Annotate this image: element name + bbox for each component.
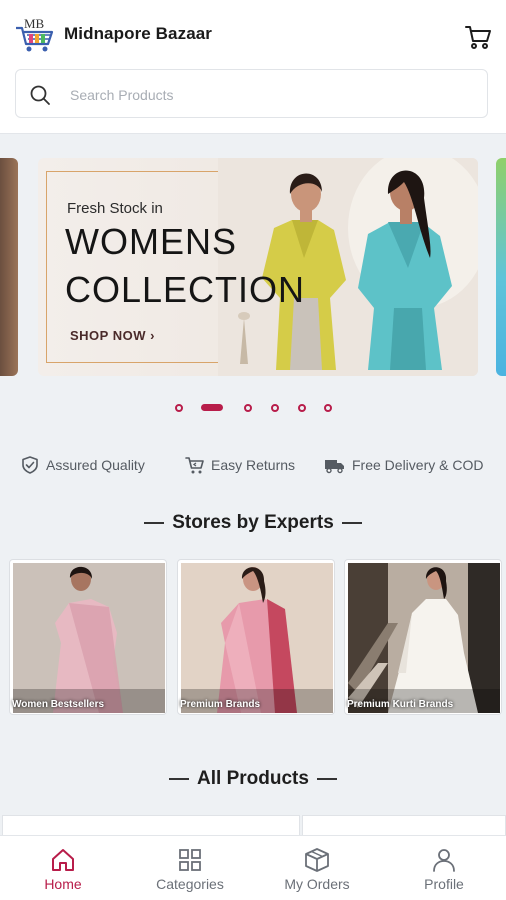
banner-models-image xyxy=(218,158,478,376)
store-image xyxy=(181,563,333,713)
nav-profile[interactable]: Profile xyxy=(381,836,506,900)
carousel-indicators xyxy=(0,400,506,416)
bottom-navigation: Home Categories My Orders Profile xyxy=(0,835,506,900)
cart-return-icon xyxy=(185,457,204,474)
store-label: Women Bestsellers xyxy=(12,699,105,710)
search-input[interactable] xyxy=(70,83,470,107)
store-card-premium-brands[interactable]: Premium Brands xyxy=(177,559,335,715)
nav-my-orders[interactable]: My Orders xyxy=(254,836,380,900)
store-image xyxy=(348,563,500,713)
carousel-dot-4[interactable] xyxy=(271,404,279,412)
store-label: Premium Kurti Brands xyxy=(347,699,454,710)
app-header: MB Midnapore Bazaar xyxy=(0,0,506,134)
products-section-title: All Products xyxy=(0,768,506,790)
app-title: Midnapore Bazaar xyxy=(64,24,213,43)
carousel-dot-2-active[interactable] xyxy=(201,404,223,411)
shop-now-link[interactable]: SHOP NOW › xyxy=(70,328,155,343)
nav-label: My Orders xyxy=(284,876,350,892)
cart-icon xyxy=(465,26,491,49)
search-bar[interactable] xyxy=(15,69,488,118)
nav-home[interactable]: Home xyxy=(0,836,126,900)
profile-icon xyxy=(433,849,455,872)
banner-headline-line-2: COLLECTION xyxy=(65,269,306,310)
carousel-dot-3[interactable] xyxy=(244,404,252,412)
orders-box-icon xyxy=(305,848,329,872)
categories-grid-icon xyxy=(179,849,201,871)
promo-banner[interactable]: Fresh Stock in WOMENS COLLECTION SHOP NO… xyxy=(38,158,478,376)
feature-label: Easy Returns xyxy=(211,457,296,473)
svg-text:MB: MB xyxy=(24,16,45,31)
products-section-title-text: All Products xyxy=(197,768,309,789)
feature-assured-quality: Assured Quality xyxy=(20,454,145,476)
previous-banner-peek[interactable] xyxy=(0,158,18,376)
feature-label: Assured Quality xyxy=(46,457,145,473)
feature-free-delivery: Free Delivery & COD xyxy=(324,454,483,476)
banner-headline-line-1: WOMENS xyxy=(65,221,237,262)
feature-label: Free Delivery & COD xyxy=(352,457,484,473)
truck-icon xyxy=(325,460,344,474)
nav-label: Profile xyxy=(424,876,464,892)
nav-label: Home xyxy=(44,876,82,892)
nav-label: Categories xyxy=(156,876,224,892)
banner-subtitle: Fresh Stock in xyxy=(67,200,163,217)
carousel-dot-1[interactable] xyxy=(175,404,183,412)
stores-section-title: Stores by Experts xyxy=(0,512,506,534)
shield-check-icon xyxy=(22,456,38,474)
store-image xyxy=(13,563,165,713)
features-row: Assured Quality Easy Returns Free Delive… xyxy=(0,452,506,478)
carousel-dot-6[interactable] xyxy=(324,404,332,412)
next-banner-peek[interactable] xyxy=(496,158,506,376)
title-dash-left xyxy=(169,777,190,780)
nav-categories[interactable]: Categories xyxy=(127,836,253,900)
store-label: Premium Brands xyxy=(180,699,261,710)
banner-carousel[interactable]: Fresh Stock in WOMENS COLLECTION SHOP NO… xyxy=(0,156,506,378)
title-dash-right xyxy=(341,521,362,524)
carousel-dot-5[interactable] xyxy=(298,404,306,412)
title-dash-right xyxy=(316,777,337,780)
store-card-women-bestsellers[interactable]: Women Bestsellers xyxy=(9,559,167,715)
store-card-premium-kurti-brands[interactable]: Premium Kurti Brands xyxy=(344,559,502,715)
stores-section-title-text: Stores by Experts xyxy=(172,512,334,533)
app-logo[interactable]: MB xyxy=(14,14,56,54)
title-dash-left xyxy=(144,521,165,524)
feature-easy-returns: Easy Returns xyxy=(185,454,295,476)
home-icon xyxy=(52,849,74,871)
search-icon xyxy=(30,85,50,105)
cart-button[interactable] xyxy=(462,20,494,52)
